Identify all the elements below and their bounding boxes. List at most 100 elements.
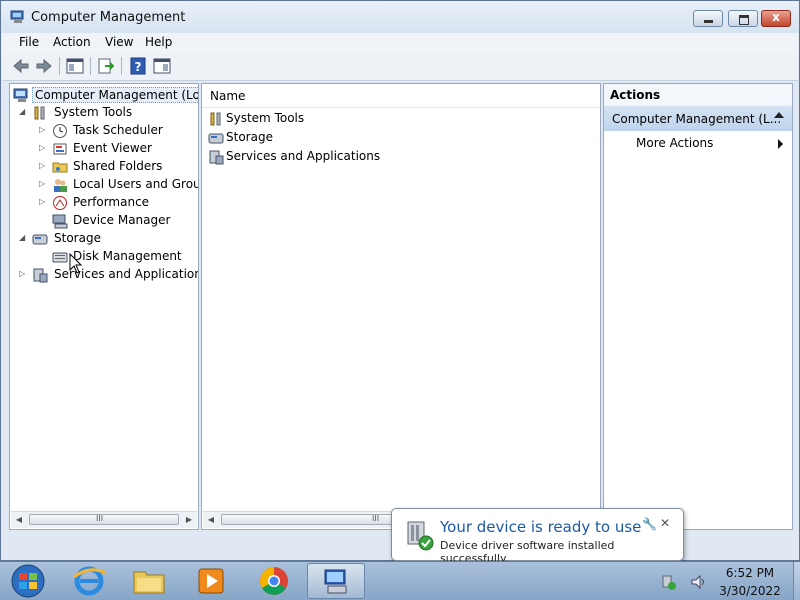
expand-triangle-icon[interactable]: ▷ (19, 269, 27, 278)
tree-item-task-scheduler[interactable]: ▷ Task Scheduler (10, 122, 198, 140)
tree-item-label: Shared Folders (73, 159, 163, 173)
tree-item-label: Local Users and Groups (73, 177, 198, 191)
menu-view[interactable]: View (105, 35, 133, 49)
toolbar-separator (121, 57, 122, 75)
tree-item-label: Task Scheduler (73, 123, 163, 137)
taskbar-computer-management-button[interactable] (307, 563, 365, 599)
device-manager-icon (52, 214, 68, 229)
svg-text:?: ? (135, 60, 142, 74)
scroll-left-icon[interactable]: ◀ (204, 513, 218, 526)
storage-icon (32, 234, 48, 245)
tree-item-label: System Tools (54, 105, 133, 119)
menu-action[interactable]: Action (53, 35, 91, 49)
tree-item-disk-management[interactable]: Disk Management (10, 248, 198, 266)
list-item-label: System Tools (226, 111, 305, 125)
performance-icon (53, 196, 67, 210)
expand-triangle-icon[interactable]: ▷ (39, 161, 47, 170)
show-hide-console-tree-icon[interactable] (65, 56, 85, 76)
expand-triangle-icon[interactable]: ▷ (39, 179, 47, 188)
list-item-storage[interactable]: Storage (208, 129, 588, 147)
actions-section-label: Computer Management (L... (612, 112, 782, 126)
scrollbar-thumb[interactable]: III (221, 514, 396, 525)
scrollbar-thumb[interactable]: III (29, 514, 179, 525)
tree-item-label: Device Manager (73, 213, 171, 227)
list-item-services-and-applications[interactable]: Services and Applications (208, 148, 588, 166)
storage-icon (208, 133, 224, 144)
more-actions-item[interactable]: More Actions (604, 134, 792, 154)
system-tools-icon (34, 106, 45, 120)
tree-item-system-tools[interactable]: ◢ System Tools (10, 104, 198, 122)
tree-item-event-viewer[interactable]: ▷ Event Viewer (10, 140, 198, 158)
tree-item-shared-folders[interactable]: ▷ Shared Folders (10, 158, 198, 176)
balloon-close-icon[interactable]: ✕ (660, 516, 670, 530)
submenu-arrow-icon (778, 139, 783, 149)
tree-item-services-and-applications[interactable]: ▷ Services and Applications (10, 266, 198, 284)
device-installed-tray-icon[interactable] (660, 572, 680, 592)
console-tree-pane: Computer Management (Local ◢ System Tool… (9, 83, 199, 530)
more-actions-label: More Actions (636, 136, 714, 150)
computer-management-window: Computer Management x File Action View H… (0, 0, 800, 561)
services-icon (209, 150, 224, 165)
menu-file[interactable]: File (19, 35, 39, 49)
wrench-icon[interactable]: 🔧 (642, 517, 657, 531)
tree-item-label: Storage (54, 231, 101, 245)
forward-arrow-icon[interactable] (34, 56, 54, 76)
tree-root-label: Computer Management (Local (32, 87, 198, 103)
tree-item-storage[interactable]: ◢ Storage (10, 230, 198, 248)
tree-item-computer-management[interactable]: Computer Management (Local (10, 86, 198, 104)
list-item-system-tools[interactable]: System Tools (208, 110, 588, 128)
clock-date[interactable]: 3/30/2022 (715, 584, 785, 598)
volume-icon[interactable] (689, 572, 709, 592)
system-tools-icon (210, 112, 221, 126)
clock-time[interactable]: 6:52 PM (715, 566, 785, 580)
collapse-triangle-icon[interactable]: ◢ (19, 107, 27, 116)
clock-icon (53, 124, 67, 138)
show-desktop-button[interactable] (793, 562, 800, 600)
minimize-button[interactable] (693, 10, 723, 27)
actions-section-computer-management[interactable]: Computer Management (L... (604, 106, 792, 131)
notification-balloon[interactable]: Your device is ready to use Device drive… (391, 508, 684, 565)
close-button[interactable]: x (761, 10, 791, 27)
collapse-up-icon[interactable] (774, 112, 784, 118)
expand-triangle-icon[interactable]: ▷ (39, 125, 47, 134)
tree-item-device-manager[interactable]: Device Manager (10, 212, 198, 230)
show-hide-action-pane-icon[interactable] (152, 56, 172, 76)
actions-title: Actions (610, 88, 661, 102)
device-driver-icon (407, 521, 434, 551)
tree-item-performance[interactable]: ▷ Performance (10, 194, 198, 212)
scroll-right-icon[interactable]: ▶ (182, 513, 196, 526)
actions-pane: Actions Computer Management (L... More A… (603, 83, 793, 530)
disk-icon (52, 252, 68, 263)
results-list-pane: Name System Tools Storage Services and A… (201, 83, 601, 530)
menu-help[interactable]: Help (145, 35, 172, 49)
menu-bar: File Action View Help (2, 33, 798, 53)
chrome-icon[interactable] (245, 563, 303, 599)
users-icon (54, 179, 67, 192)
expand-triangle-icon[interactable]: ▷ (39, 143, 47, 152)
event-viewer-icon (53, 143, 67, 155)
tree-horizontal-scrollbar[interactable]: ◀ III ▶ (11, 511, 197, 528)
mouse-cursor-icon (69, 253, 83, 274)
start-button[interactable] (2, 563, 54, 599)
export-list-icon[interactable] (96, 56, 116, 76)
back-arrow-icon[interactable] (11, 56, 31, 76)
title-bar[interactable]: Computer Management x (1, 1, 799, 33)
tree-item-label: Event Viewer (73, 141, 152, 155)
maximize-button[interactable] (728, 10, 758, 27)
help-icon[interactable]: ? (128, 56, 148, 76)
actions-header: Actions (604, 84, 792, 107)
scroll-left-icon[interactable]: ◀ (12, 513, 26, 526)
toolbar-separator (90, 57, 91, 75)
window-title: Computer Management (31, 10, 186, 25)
close-icon: x (772, 10, 780, 24)
file-explorer-icon[interactable] (120, 563, 178, 599)
grip-icon: III (372, 514, 380, 523)
computer-management-icon (13, 88, 28, 102)
collapse-triangle-icon[interactable]: ◢ (19, 233, 27, 242)
computer-management-icon (324, 569, 347, 594)
column-header-name[interactable]: Name (202, 84, 600, 108)
media-player-icon[interactable] (182, 563, 240, 599)
expand-triangle-icon[interactable]: ▷ (39, 197, 47, 206)
tree-item-local-users-and-groups[interactable]: ▷ Local Users and Groups (10, 176, 198, 194)
internet-explorer-icon[interactable] (60, 563, 118, 599)
